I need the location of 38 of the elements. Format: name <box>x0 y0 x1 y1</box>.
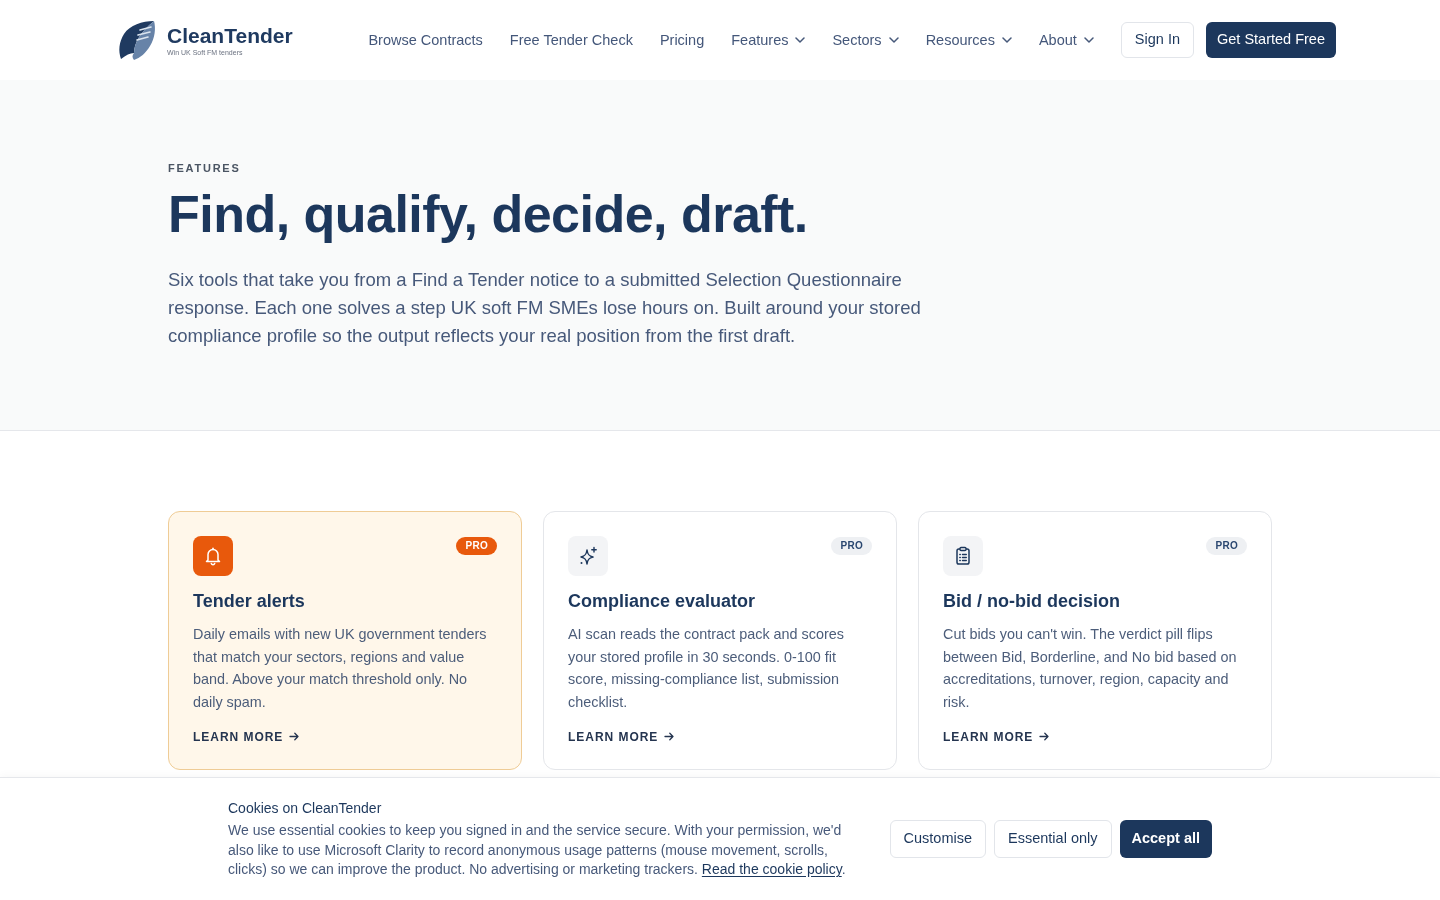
sparkle-icon <box>568 536 608 576</box>
learn-more-link[interactable]: LEARN MORE <box>943 728 1050 745</box>
cookie-button[interactable]: Customise <box>889 820 987 858</box>
hero-heading: Find, qualify, decide, draft. <box>168 186 809 243</box>
card-description: Cut bids you can't win. The verdict pill flips between Bid, Borderline, and No bid based on accreditations, turnover, region, capacity and risk. <box>943 625 1238 713</box>
nav-link[interactable]: Browse Contracts <box>368 30 483 50</box>
bell-icon <box>193 536 233 576</box>
nav-link[interactable]: Resources <box>925 30 1012 50</box>
card-title: Compliance evaluator <box>568 590 757 613</box>
nav-link[interactable]: Pricing <box>659 30 705 50</box>
get-started-button[interactable]: Get Started Free <box>1206 22 1336 58</box>
pro-badge: PRO <box>831 537 872 555</box>
card-description: AI scan reads the contract pack and scores your stored profile in 30 seconds. 0-100 fit score, missing-compliance list, submission checklist. <box>568 625 845 713</box>
brand-name[interactable]: CleanTender <box>167 23 293 48</box>
clipboard-icon <box>943 536 983 576</box>
arrow-right-icon <box>1039 732 1050 742</box>
pro-badge: PRO <box>456 537 497 555</box>
sign-in-button[interactable]: Sign In <box>1120 22 1194 58</box>
nav-link[interactable]: Sectors <box>832 30 899 50</box>
cookie-text: We use essential cookies to keep you signed in and the service secure. With your permission, we'd also like to use Microsoft Clarity to record anonymous usage patterns (mouse movement, scrolls, clicks) so we can improve the product. No advertising or marketing trackers. Read the cookie policy. <box>228 821 847 880</box>
section-eyebrow: FEATURES <box>168 161 242 176</box>
card-title: Bid / no-bid decision <box>943 590 1121 613</box>
nav-link[interactable]: Features <box>731 30 806 50</box>
arrow-right-icon <box>664 732 675 742</box>
logo-icon[interactable] <box>118 20 158 60</box>
hero-description: Six tools that take you from a Find a Tender notice to a submitted Selection Questionnaire response. Each one solves a step UK soft FM SMEs lose hours on. Built around your stored compliance profile so the output reflects your real position from the first draft. <box>168 268 922 348</box>
cookie-button[interactable]: Essential only <box>994 820 1112 858</box>
learn-more-link[interactable]: LEARN MORE <box>193 728 300 745</box>
cookie-policy-link[interactable]: Read the cookie policy <box>701 861 842 878</box>
learn-more-link[interactable]: LEARN MORE <box>568 728 675 745</box>
nav-link[interactable]: About <box>1038 30 1094 50</box>
arrow-right-icon <box>289 732 300 742</box>
card-title: Tender alerts <box>193 590 306 613</box>
nav-link[interactable]: Free Tender Check <box>509 30 633 50</box>
cookie-title: Cookies on CleanTender <box>228 799 383 819</box>
cookie-button[interactable]: Accept all <box>1119 820 1212 858</box>
card-description: Daily emails with new UK government tenders that match your sectors, regions and value band. Above your match threshold only. No daily spam. <box>193 625 488 713</box>
pro-badge: PRO <box>1206 537 1247 555</box>
